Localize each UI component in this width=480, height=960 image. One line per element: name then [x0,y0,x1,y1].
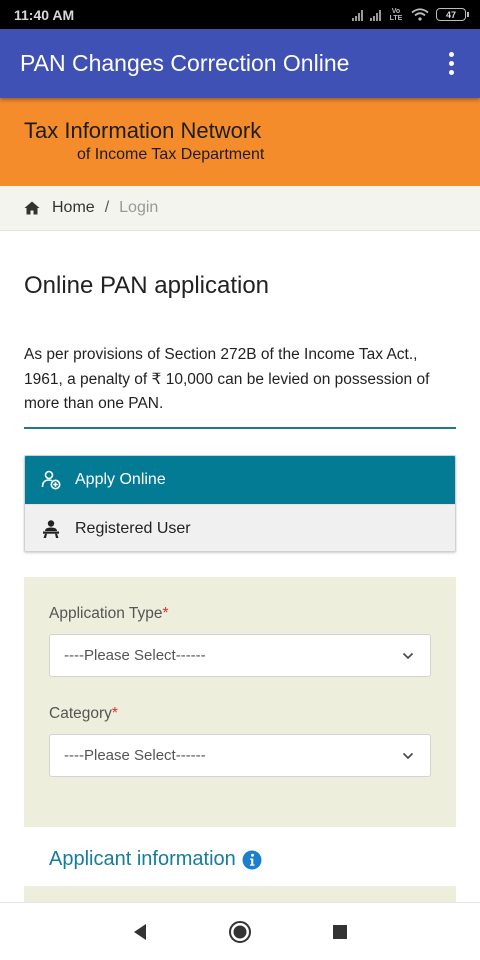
category-select[interactable]: ----Please Select------ [49,734,431,777]
wifi-icon [411,8,429,21]
application-type-select[interactable]: ----Please Select------ [49,634,431,677]
section-title-text: Applicant information [49,848,236,870]
battery-icon: 47 [436,8,469,21]
penalty-notice: As per provisions of Section 272B of the… [24,346,430,412]
tab-label: Registered User [75,519,191,537]
breadcrumb-current: Login [119,199,159,216]
breadcrumb-home[interactable]: Home [52,199,95,217]
applicant-info-heading: Applicant information [49,848,262,871]
field-label-text: Application Type [49,605,163,622]
home-circle-icon [229,920,251,943]
app-bar: PAN Changes Correction Online [0,29,480,98]
application-type-label: Application Type* [49,605,169,623]
signal-1-icon [352,9,363,21]
application-form: Application Type* ----Please Select-----… [24,577,456,827]
status-icons: Vo LTE 47 [352,7,469,22]
select-value: ----Please Select------ [64,747,206,764]
system-nav-bar [0,902,480,960]
page-title: Online PAN application [24,272,270,299]
back-button[interactable] [125,917,155,947]
status-bar: 11:40 AM Vo LTE 47 [0,0,480,29]
tab-label: Apply Online [75,471,166,488]
application-tabs: Apply Online Registered User [24,455,456,552]
banner-subtitle: of Income Tax Department [77,146,265,163]
banner-title: Tax Information Network [24,118,262,143]
breadcrumb-separator: / [104,199,110,216]
required-mark: * [111,705,118,722]
breadcrumb: Home / Login [0,186,480,231]
app-title: PAN Changes Correction Online [20,50,350,76]
info-icon[interactable] [242,850,262,870]
recents-icon [333,924,347,939]
more-vert-icon[interactable] [443,48,460,79]
chevron-down-icon [402,652,414,659]
registered-user-icon [43,519,59,538]
add-user-icon [41,470,61,490]
battery-level: 47 [445,9,456,20]
tab-registered-user[interactable]: Registered User [25,504,455,551]
tab-apply-online[interactable]: Apply Online [25,456,455,504]
status-time: 11:40 AM [14,6,75,23]
field-label-text: Category [49,705,112,722]
chevron-down-icon [402,752,414,759]
divider [24,427,456,429]
recents-button[interactable] [325,917,355,947]
home-icon[interactable] [24,201,40,215]
back-icon [134,923,146,940]
tin-banner: Tax Information Network of Income Tax De… [0,98,480,186]
signal-2-icon [370,9,381,21]
required-mark: * [162,605,169,622]
volte-label: Vo LTE [389,7,403,22]
home-button[interactable] [225,917,255,947]
select-value: ----Please Select------ [64,647,206,664]
category-label: Category* [49,705,118,723]
